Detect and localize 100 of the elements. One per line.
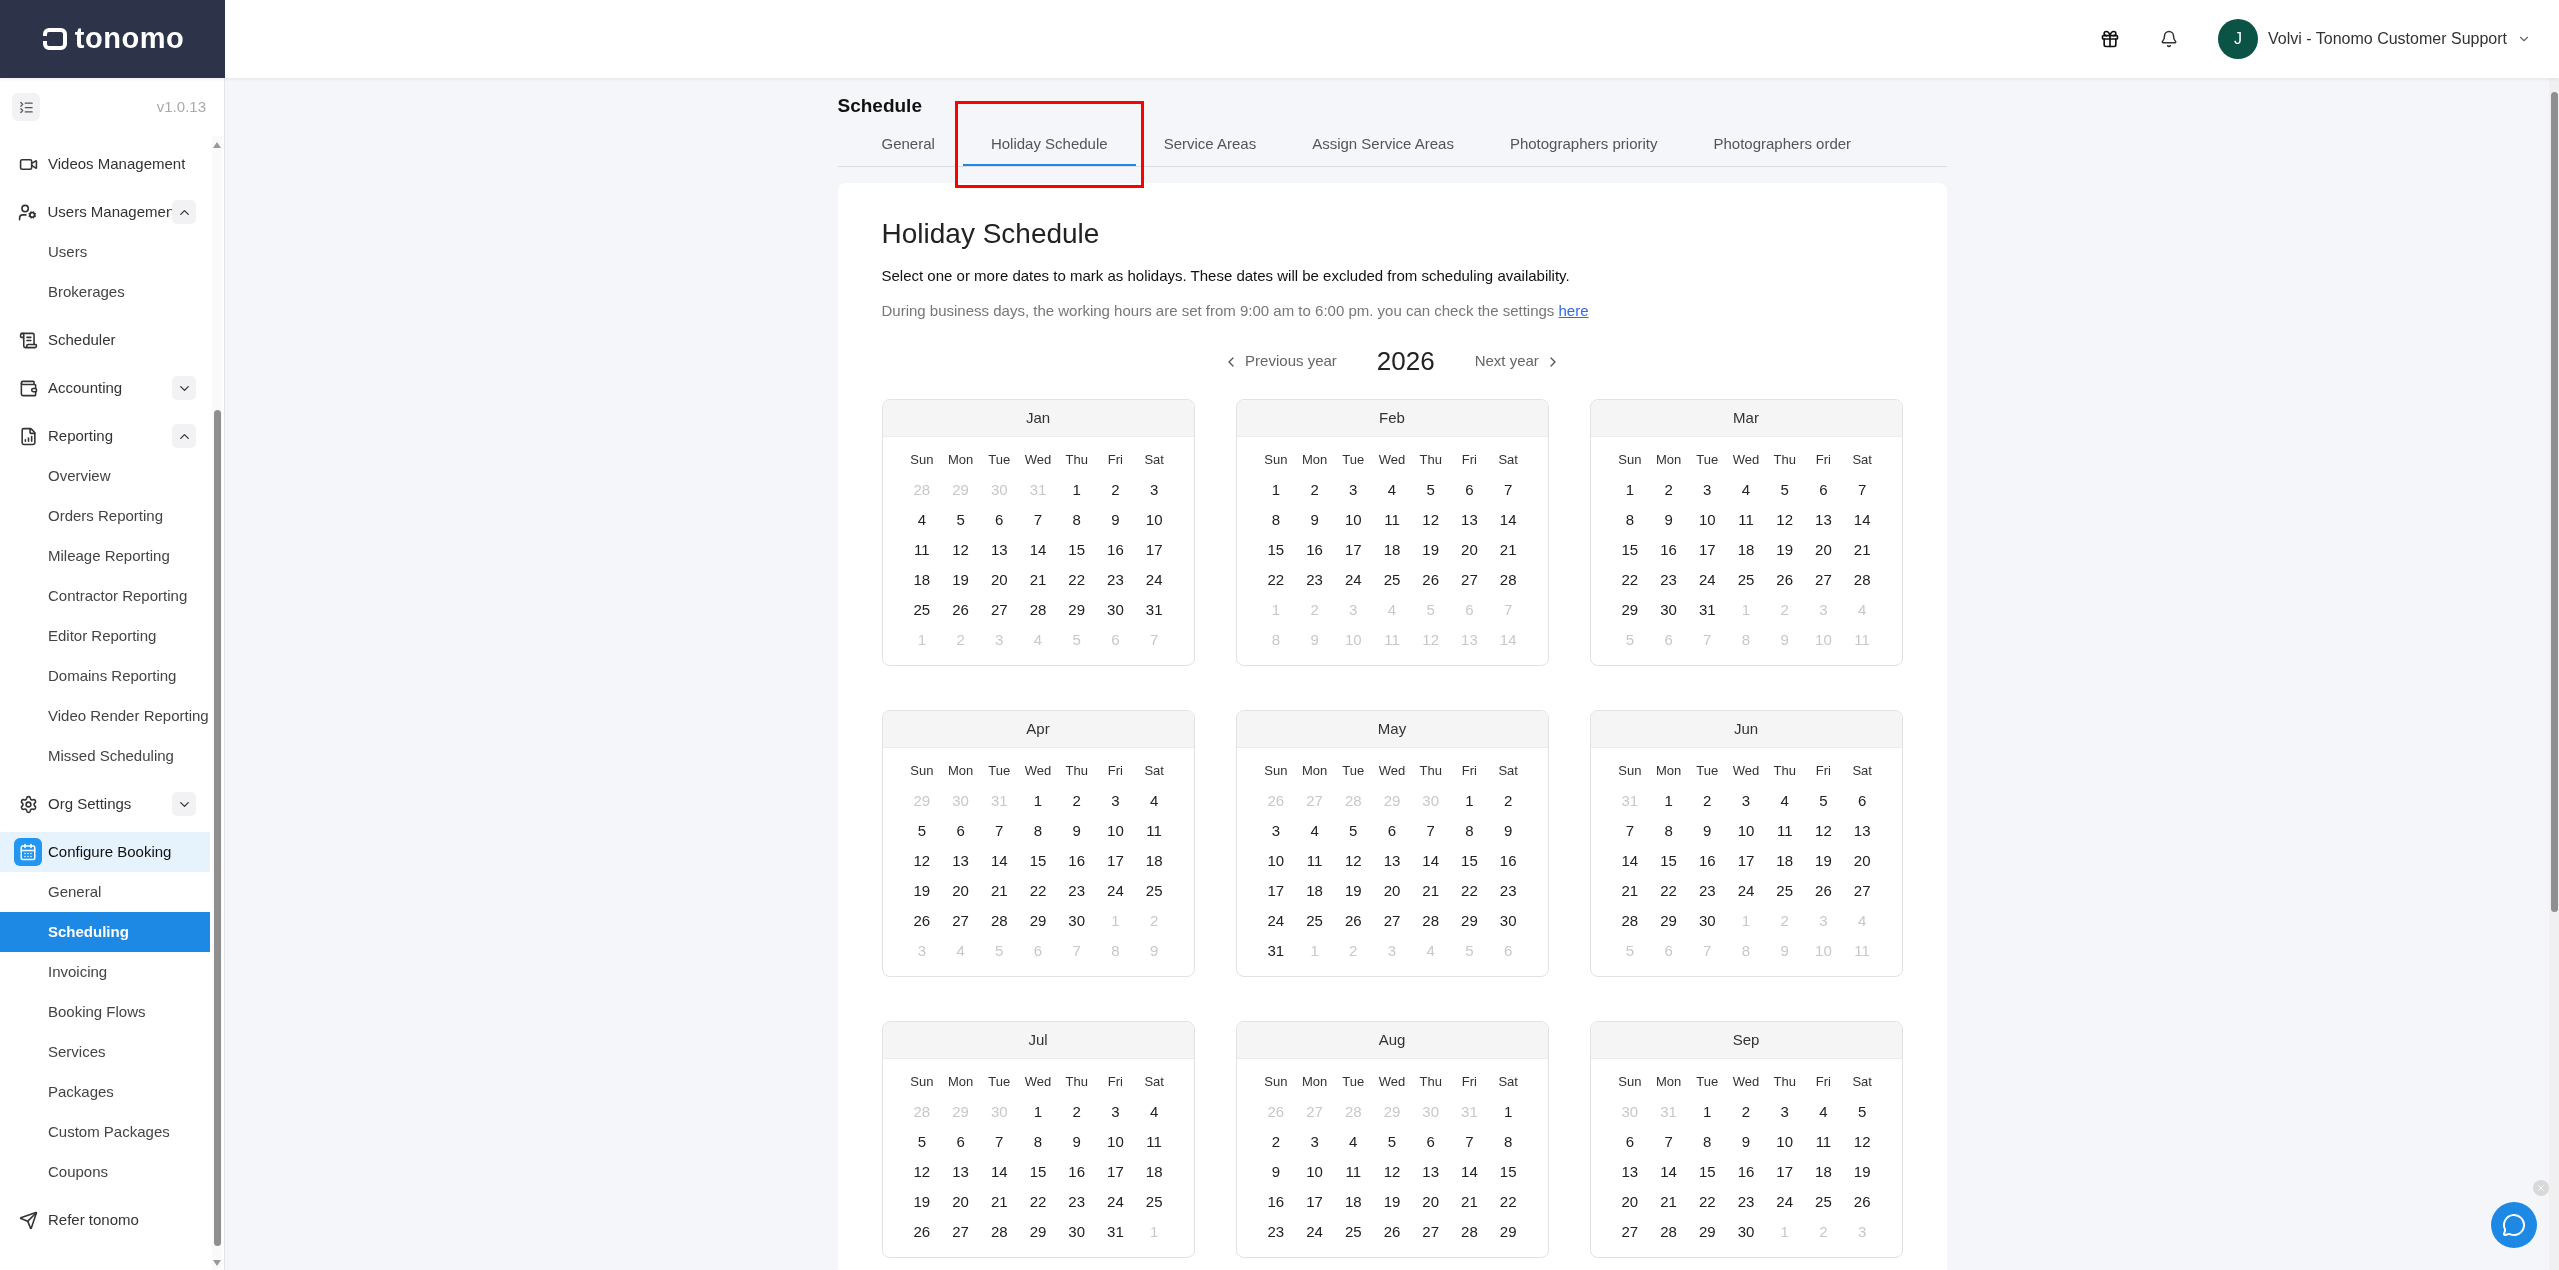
- calendar-day[interactable]: 7: [1503, 478, 1513, 502]
- calendar-day[interactable]: 19: [1383, 1190, 1401, 1214]
- calendar-day[interactable]: 24: [1306, 1220, 1323, 1244]
- calendar-day[interactable]: 1: [1465, 789, 1474, 813]
- calendar-day[interactable]: 30: [1499, 909, 1517, 933]
- calendar-day[interactable]: 13: [1621, 1160, 1639, 1184]
- calendar-day[interactable]: 19: [952, 568, 969, 592]
- sidebar-item[interactable]: Org Settings: [0, 784, 210, 824]
- calendar-day[interactable]: 9: [1271, 1160, 1280, 1184]
- calendar-day[interactable]: 23: [1660, 568, 1677, 592]
- sidebar-item[interactable]: Reporting: [0, 416, 210, 456]
- calendar-day[interactable]: 26: [1422, 568, 1440, 592]
- calendar-day[interactable]: 27: [1461, 568, 1478, 592]
- sidebar-item[interactable]: Configure Booking: [0, 832, 210, 872]
- calendar-day[interactable]: 29: [1029, 909, 1047, 933]
- calendar-day[interactable]: 9: [1741, 1130, 1751, 1154]
- calendar-day[interactable]: 17: [1267, 879, 1285, 903]
- calendar-day[interactable]: 14: [1029, 538, 1047, 562]
- calendar-day[interactable]: 13: [952, 1160, 969, 1184]
- calendar-day[interactable]: 15: [1267, 538, 1285, 562]
- calendar-day[interactable]: 13: [1853, 819, 1871, 843]
- calendar-day[interactable]: 17: [1107, 1160, 1124, 1184]
- calendar-day[interactable]: 6: [1465, 478, 1474, 502]
- calendar-day[interactable]: 20: [990, 568, 1008, 592]
- calendar-day[interactable]: 24: [1344, 568, 1362, 592]
- calendar-day[interactable]: 1: [1503, 1100, 1513, 1124]
- calendar-day[interactable]: 26: [952, 598, 969, 622]
- calendar-day[interactable]: 6: [1857, 789, 1867, 813]
- calendar-day[interactable]: 2: [1741, 1100, 1751, 1124]
- calendar-day[interactable]: 24: [1107, 879, 1124, 903]
- calendar-day[interactable]: 5: [1780, 478, 1789, 502]
- calendar-day[interactable]: 4: [1349, 1130, 1358, 1154]
- calendar-day[interactable]: 21: [1853, 538, 1871, 562]
- calendar-day[interactable]: 21: [1621, 879, 1639, 903]
- sidebar-subitem[interactable]: Orders Reporting: [0, 496, 210, 536]
- calendar-day[interactable]: 27: [952, 1220, 969, 1244]
- calendar-day[interactable]: 25: [1145, 879, 1163, 903]
- calendar-day[interactable]: 17: [1776, 1160, 1794, 1184]
- calendar-day[interactable]: 28: [1422, 909, 1440, 933]
- calendar-day[interactable]: 17: [1107, 849, 1124, 873]
- calendar-day[interactable]: 15: [1621, 538, 1639, 562]
- settings-link[interactable]: here: [1558, 301, 1589, 319]
- calendar-day[interactable]: 28: [990, 1220, 1008, 1244]
- sidebar-subitem[interactable]: Contractor Reporting: [0, 576, 210, 616]
- calendar-day[interactable]: 2: [1111, 478, 1120, 502]
- calendar-day[interactable]: 4: [1149, 1100, 1159, 1124]
- calendar-day[interactable]: 12: [1422, 508, 1440, 532]
- calendar-day[interactable]: 16: [1698, 849, 1716, 873]
- calendar-day[interactable]: 25: [1306, 909, 1323, 933]
- calendar-day[interactable]: 11: [1384, 508, 1400, 532]
- calendar-day[interactable]: 12: [952, 538, 969, 562]
- calendar-day[interactable]: 9: [1503, 819, 1513, 843]
- calendar-day[interactable]: 22: [1029, 1190, 1047, 1214]
- calendar-day[interactable]: 18: [1145, 1160, 1163, 1184]
- calendar-day[interactable]: 8: [1465, 819, 1474, 843]
- calendar-day[interactable]: 6: [956, 819, 965, 843]
- calendar-day[interactable]: 2: [1310, 478, 1319, 502]
- tab[interactable]: General: [853, 128, 963, 166]
- calendar-day[interactable]: 29: [1461, 909, 1478, 933]
- notification-bell-icon[interactable]: [2160, 30, 2179, 48]
- calendar-day[interactable]: 5: [917, 819, 926, 843]
- expand-toggle[interactable]: [172, 792, 196, 816]
- sidebar-scrollbar[interactable]: [212, 136, 222, 1270]
- calendar-day[interactable]: 20: [1815, 538, 1832, 562]
- calendar-day[interactable]: 14: [1853, 508, 1871, 532]
- sidebar-item[interactable]: Scheduler: [0, 320, 210, 360]
- calendar-day[interactable]: 23: [1068, 1190, 1086, 1214]
- calendar-day[interactable]: 22: [1499, 1190, 1517, 1214]
- calendar-day[interactable]: 2: [1503, 789, 1513, 813]
- calendar-day[interactable]: 28: [1660, 1220, 1677, 1244]
- calendar-day[interactable]: 24: [1145, 568, 1163, 592]
- calendar-day[interactable]: 27: [1621, 1220, 1639, 1244]
- calendar-day[interactable]: 21: [1029, 568, 1047, 592]
- calendar-day[interactable]: 14: [1461, 1160, 1478, 1184]
- calendar-day[interactable]: 13: [1815, 508, 1832, 532]
- calendar-day[interactable]: 6: [956, 1130, 965, 1154]
- calendar-day[interactable]: 25: [1145, 1190, 1163, 1214]
- calendar-day[interactable]: 19: [1776, 538, 1794, 562]
- calendar-day[interactable]: 16: [1737, 1160, 1755, 1184]
- calendar-day[interactable]: 28: [1461, 1220, 1478, 1244]
- calendar-day[interactable]: 18: [1383, 538, 1401, 562]
- tab[interactable]: Holiday Schedule: [962, 128, 1136, 166]
- calendar-day[interactable]: 20: [1621, 1190, 1639, 1214]
- calendar-day[interactable]: 25: [1776, 879, 1794, 903]
- calendar-day[interactable]: 19: [913, 879, 931, 903]
- calendar-day[interactable]: 5: [956, 508, 965, 532]
- calendar-day[interactable]: 19: [1853, 1160, 1871, 1184]
- calendar-day[interactable]: 4: [1819, 1100, 1828, 1124]
- calendar-day[interactable]: 4: [1780, 789, 1789, 813]
- calendar-day[interactable]: 10: [1698, 508, 1716, 532]
- calendar-day[interactable]: 6: [995, 508, 1004, 532]
- calendar-day[interactable]: 29: [1698, 1220, 1716, 1244]
- calendar-day[interactable]: 11: [1146, 1130, 1162, 1154]
- calendar-day[interactable]: 26: [1815, 879, 1832, 903]
- calendar-day[interactable]: 29: [1499, 1220, 1517, 1244]
- scroll-up-icon[interactable]: [213, 142, 221, 148]
- tab[interactable]: Assign Service Areas: [1284, 128, 1482, 166]
- calendar-day[interactable]: 23: [1107, 568, 1124, 592]
- calendar-day[interactable]: 12: [1383, 1160, 1401, 1184]
- sidebar-item[interactable]: Accounting: [0, 368, 210, 408]
